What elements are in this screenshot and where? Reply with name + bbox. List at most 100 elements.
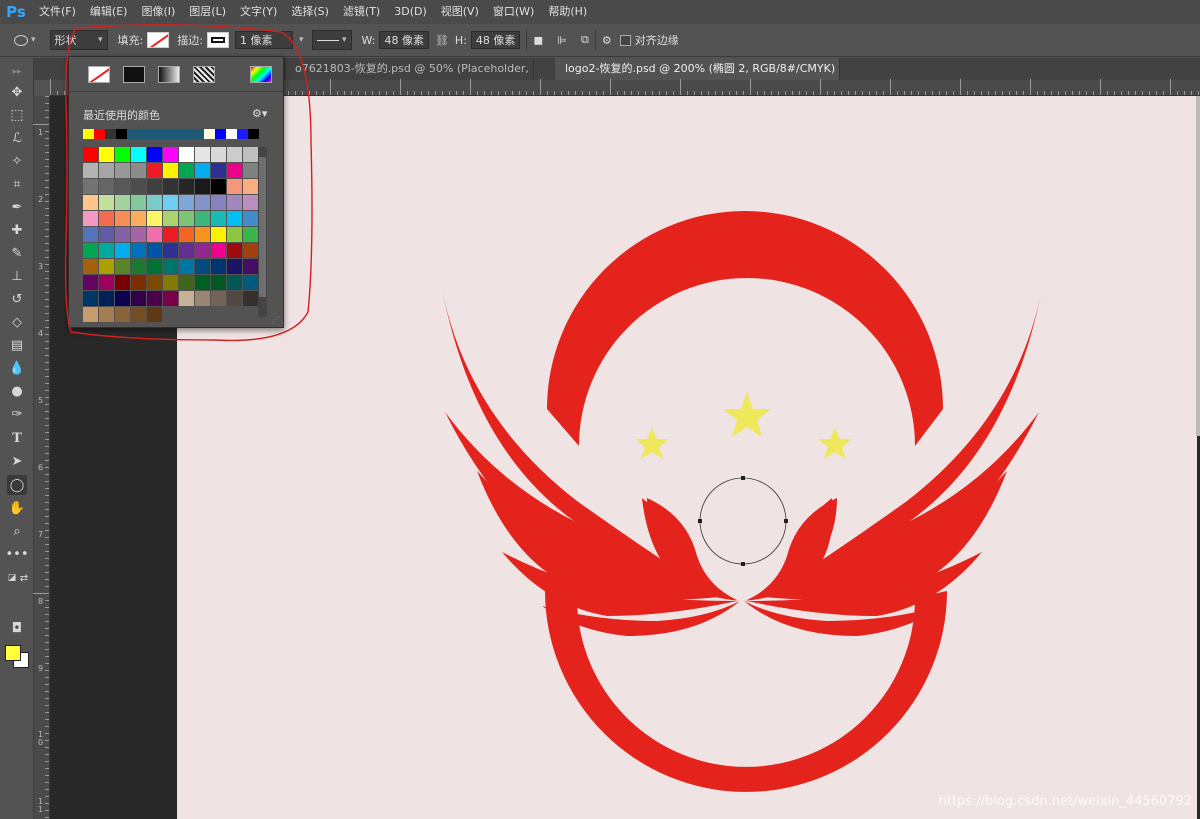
path-operations-icon[interactable]: ◼ <box>533 33 543 47</box>
ruler-tick <box>561 91 562 95</box>
ruler-tick <box>45 705 49 706</box>
ruler-tick <box>589 91 590 95</box>
menu-3d[interactable]: 3D(D) <box>387 0 434 24</box>
doc-tab-1-label[interactable]: o7621803-恢复的.psd @ 50% (Placeholder, RGB… <box>284 58 534 80</box>
ruler-tick <box>45 726 49 727</box>
width-field[interactable]: 48 像素 <box>379 31 429 49</box>
ruler-tick <box>45 698 49 699</box>
ruler-tick <box>316 91 317 95</box>
ruler-tick <box>519 91 520 95</box>
panel-grip-icon[interactable]: ▸▸ <box>7 62 27 82</box>
menu-window[interactable]: 窗口(W) <box>486 0 541 24</box>
ruler-tick <box>45 453 49 454</box>
marquee-tool-icon[interactable]: ⬚ <box>7 105 27 125</box>
ruler-tick <box>45 579 49 580</box>
divider <box>594 30 596 50</box>
link-icon[interactable]: ⛓ <box>435 34 449 47</box>
ruler-tick <box>45 670 49 671</box>
brush-tool-icon[interactable]: ✎ <box>7 243 27 263</box>
ruler-number: 1 0 <box>38 730 44 747</box>
ellipse-tool-icon[interactable] <box>14 34 28 46</box>
ruler-tick <box>45 481 49 482</box>
menu-type[interactable]: 文字(Y) <box>233 0 284 24</box>
menu-view[interactable]: 视图(V) <box>434 0 486 24</box>
path-alignment-icon[interactable]: ⊫ <box>557 34 567 47</box>
ruler-tick <box>785 91 786 95</box>
ruler-tick <box>701 91 702 95</box>
ruler-number: 8 <box>38 597 44 606</box>
gear-icon[interactable]: ⚙ <box>602 34 612 47</box>
magic-wand-tool-icon[interactable]: ✧ <box>7 151 27 171</box>
ruler-tick <box>1030 79 1031 95</box>
stamp-tool-icon[interactable]: ⊥ <box>7 266 27 286</box>
type-tool-icon[interactable]: T <box>7 428 27 448</box>
ellipse-tool-icon[interactable]: ◯ <box>7 475 27 495</box>
ruler-tick <box>652 91 653 95</box>
ruler-tick <box>974 91 975 95</box>
ruler-tick <box>743 91 744 95</box>
ruler-tick <box>1023 91 1024 95</box>
ruler-tick <box>1051 91 1052 95</box>
doc-tab-2[interactable]: logo2-恢复的.psd @ 200% (椭圆 2, RGB/8#/CMYK)… <box>555 58 840 80</box>
ruler-tick <box>1114 91 1115 95</box>
ruler-tick <box>1016 91 1017 95</box>
menu-file[interactable]: 文件(F) <box>32 0 83 24</box>
pen-tool-icon[interactable]: ✑ <box>7 404 27 424</box>
height-field[interactable]: 48 像素 <box>470 31 521 49</box>
quick-mask-icon[interactable]: ◘ <box>7 618 27 638</box>
menu-filter[interactable]: 滤镜(T) <box>336 0 387 24</box>
ruler-tick <box>45 565 49 566</box>
ruler-tick <box>45 439 49 440</box>
width-value: 48 像素 <box>384 34 424 47</box>
ruler-number: 7 <box>38 530 44 539</box>
divider <box>526 30 528 50</box>
ruler-tick <box>911 91 912 95</box>
menu-layer[interactable]: 图层(L) <box>182 0 233 24</box>
hand-tool-icon[interactable]: ✋ <box>7 498 27 518</box>
ruler-tick <box>736 91 737 95</box>
move-tool-icon[interactable]: ✥ <box>7 82 27 102</box>
align-edges-checkbox[interactable] <box>619 34 631 46</box>
chevron-down-icon[interactable]: ▾ <box>31 35 36 45</box>
foreground-color-swatch[interactable] <box>5 645 21 661</box>
menu-edit[interactable]: 编辑(E) <box>83 0 135 24</box>
path-arrangement-icon[interactable]: ⧉ <box>581 33 589 47</box>
ruler-tick <box>694 91 695 95</box>
path-selection-tool-icon[interactable]: ➤ <box>7 451 27 471</box>
ruler-tick <box>603 91 604 95</box>
ruler-tick <box>1093 91 1094 95</box>
swap-colors-icon[interactable]: ⇄ <box>14 568 34 588</box>
ruler-tick <box>813 91 814 95</box>
ruler-tick <box>45 376 49 377</box>
zoom-tool-icon[interactable]: ⌕ <box>7 521 27 541</box>
ruler-tick <box>967 91 968 95</box>
document-canvas[interactable] <box>177 96 1197 819</box>
dodge-tool-icon[interactable]: ● <box>7 381 27 401</box>
ruler-tick <box>820 79 821 95</box>
ruler-tick <box>45 474 49 475</box>
eyedropper-tool-icon[interactable]: ✒ <box>7 197 27 217</box>
ellipse-path-selection <box>698 476 788 566</box>
ruler-tick <box>323 91 324 95</box>
ruler-tick <box>45 523 49 524</box>
ruler-tick <box>45 775 49 776</box>
history-brush-tool-icon[interactable]: ↺ <box>7 289 27 309</box>
menu-image[interactable]: 图像(I) <box>134 0 182 24</box>
vertical-scrollbar[interactable] <box>1196 96 1200 436</box>
more-tools-icon[interactable]: ••• <box>6 544 29 564</box>
menu-help[interactable]: 帮助(H) <box>541 0 594 24</box>
ruler-tick <box>918 91 919 95</box>
eraser-tool-icon[interactable]: ◇ <box>7 312 27 332</box>
ruler-tick <box>45 509 49 510</box>
align-edges-label: 对齐边缘 <box>634 34 679 47</box>
blur-tool-icon[interactable]: 💧 <box>7 358 27 378</box>
healing-brush-tool-icon[interactable]: ✚ <box>7 220 27 240</box>
ruler-tick <box>477 91 478 95</box>
crop-tool-icon[interactable]: ⌗ <box>7 174 27 194</box>
ruler-tick <box>45 467 49 468</box>
ruler-tick <box>960 79 961 95</box>
lasso-tool-icon[interactable]: ℒ <box>7 128 27 148</box>
gradient-tool-icon[interactable]: ▤ <box>7 335 27 355</box>
menu-select[interactable]: 选择(S) <box>284 0 336 24</box>
stroke-type-dropdown[interactable]: ▾ <box>311 30 352 50</box>
